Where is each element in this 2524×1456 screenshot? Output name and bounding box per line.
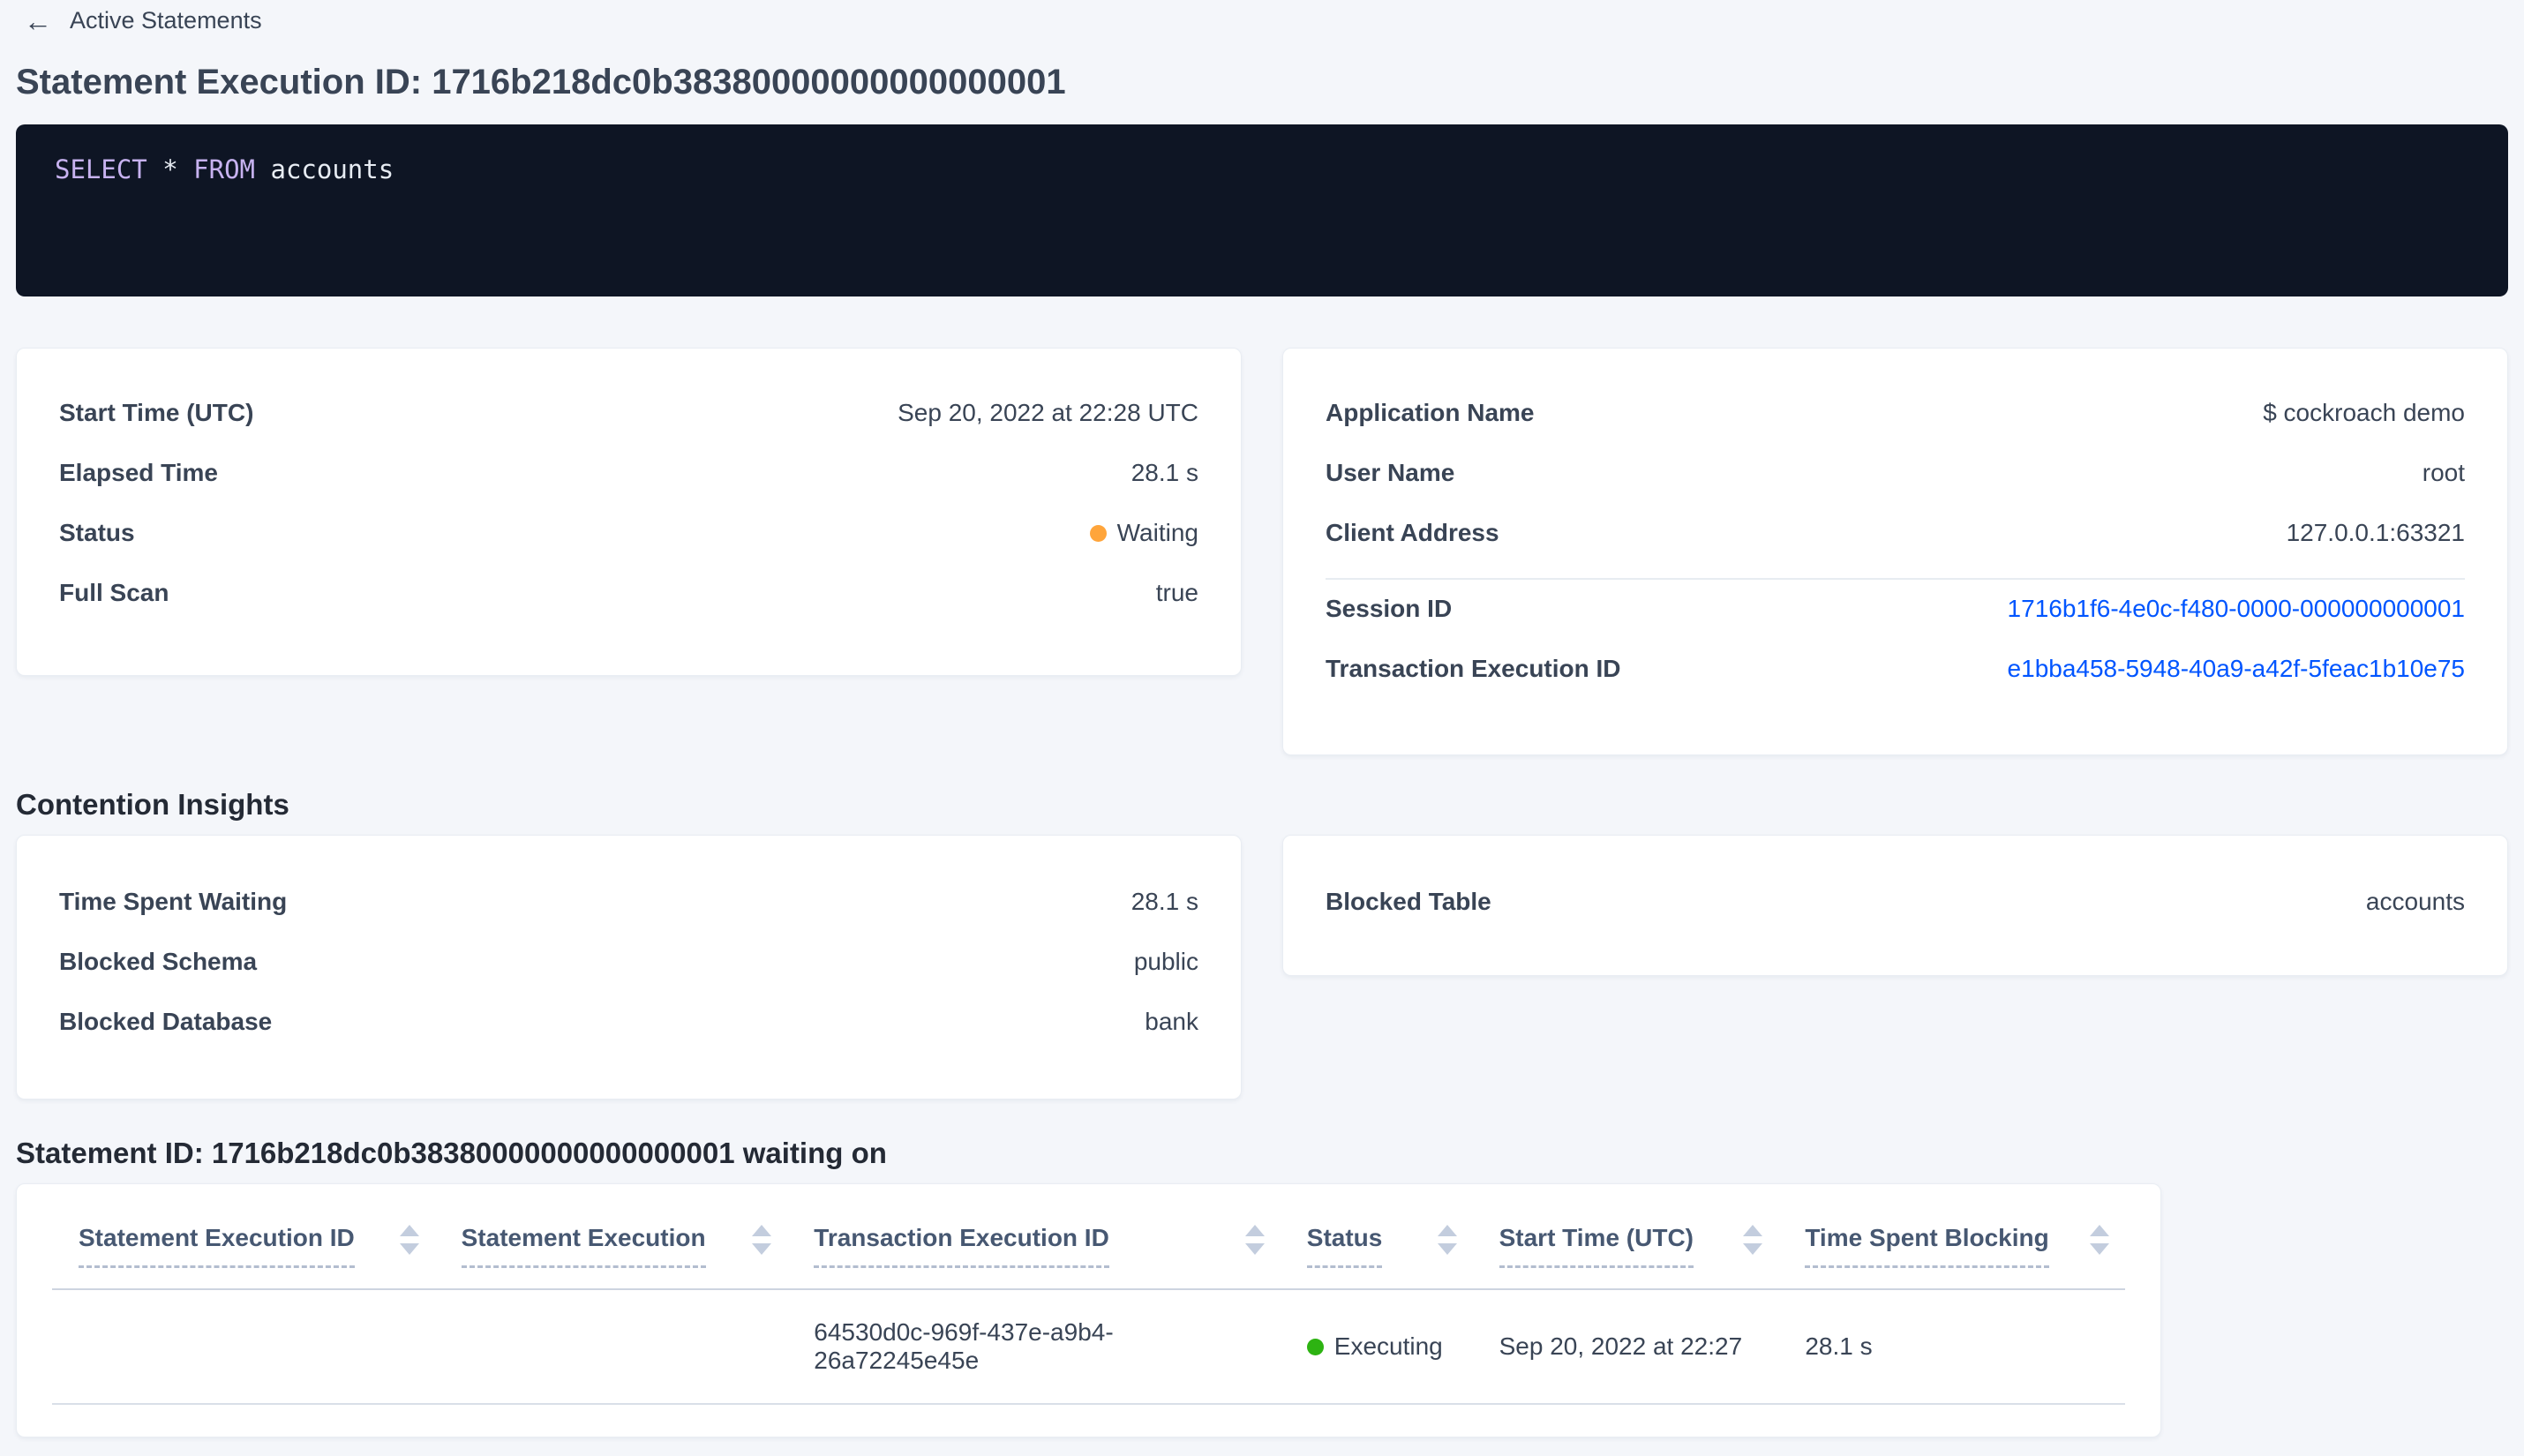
col-header-status[interactable]: Status <box>1306 1223 1499 1268</box>
blocked-table-value: accounts <box>2365 888 2465 915</box>
col-header-label: Statement Execution ID <box>79 1223 355 1268</box>
table-row: 64530d0c-969f-437e-a9b4-26a72245e45e Exe… <box>17 1290 2160 1403</box>
status-value: Waiting <box>1089 519 1198 547</box>
cell-start-time: Sep 20, 2022 at 22:27 <box>1499 1332 1743 1360</box>
execution-summary-card: Start Time (UTC) Sep 20, 2022 at 22:28 U… <box>16 348 1242 676</box>
row-application-name: Application Name $ cockroach demo <box>1326 398 2465 428</box>
sort-arrows-icon[interactable] <box>1743 1223 1763 1255</box>
cell-transaction-execution-id: 64530d0c-969f-437e-a9b4-26a72245e45e <box>814 1318 1114 1374</box>
page-title: Statement Execution ID: 1716b218dc0b3838… <box>16 63 1066 101</box>
session-id-label: Session ID <box>1326 595 1453 622</box>
waiting-on-heading: Statement ID: 1716b218dc0b38380000000000… <box>16 1137 887 1169</box>
contention-metrics-card: Time Spent Waiting 28.1 s Blocked Schema… <box>16 835 1242 1100</box>
waiting-statements-table-card: Statement Execution ID Statement Executi… <box>16 1183 2161 1437</box>
application-name-label: Application Name <box>1326 399 1535 426</box>
sort-arrows-icon[interactable] <box>1244 1223 1265 1255</box>
row-client-address: Client Address 127.0.0.1:63321 <box>1326 518 2465 548</box>
transaction-execution-id-link[interactable]: e1bba458-5948-40a9-a42f-5feac1b10e75 <box>2008 655 2465 683</box>
back-arrow-icon: ← <box>24 4 52 37</box>
overview-cards-row: Start Time (UTC) Sep 20, 2022 at 22:28 U… <box>16 348 2508 755</box>
user-name-label: User Name <box>1326 459 1455 486</box>
transaction-execution-id-label: Transaction Execution ID <box>1326 655 1621 682</box>
sql-star: * <box>162 154 178 184</box>
elapsed-time-value: 28.1 s <box>1131 459 1198 486</box>
blocked-table-card: Blocked Table accounts <box>1282 835 2508 976</box>
full-scan-value: true <box>1155 579 1198 606</box>
statement-execution-details-page: ← Active Statements Statement Execution … <box>0 7 2524 1437</box>
client-address-value: 127.0.0.1:63321 <box>2286 519 2465 546</box>
blocked-schema-value: public <box>1133 948 1198 975</box>
col-header-label: Start Time (UTC) <box>1499 1223 1694 1268</box>
start-time-utc-value: Sep 20, 2022 at 22:28 UTC <box>898 399 1198 426</box>
waiting-table-header-row: Statement Execution ID Statement Executi… <box>17 1184 2160 1268</box>
col-header-start-time-utc[interactable]: Start Time (UTC) <box>1499 1223 1806 1268</box>
blocked-table-label: Blocked Table <box>1326 888 1491 915</box>
blocked-schema-label: Blocked Schema <box>59 948 258 975</box>
session-id-link[interactable]: 1716b1f6-4e0c-f480-0000-000000000001 <box>2008 595 2465 623</box>
col-header-label: Status <box>1306 1223 1383 1268</box>
row-time-spent-waiting: Time Spent Waiting 28.1 s <box>59 887 1198 917</box>
col-header-label: Statement Execution <box>461 1223 706 1268</box>
contention-cards-row: Time Spent Waiting 28.1 s Blocked Schema… <box>16 835 2508 1100</box>
sql-table-name: accounts <box>270 154 394 184</box>
row-elapsed-time: Elapsed Time 28.1 s <box>59 458 1198 488</box>
sql-keyword-from: FROM <box>193 154 256 184</box>
waiting-status-dot-icon <box>1089 524 1107 542</box>
col-header-statement-execution-id[interactable]: Statement Execution ID <box>79 1223 462 1268</box>
sort-arrows-icon[interactable] <box>1437 1223 1457 1255</box>
cell-status: Executing <box>1306 1332 1499 1361</box>
elapsed-time-label: Elapsed Time <box>59 459 219 486</box>
contention-insights-heading: Contention Insights <box>16 788 289 821</box>
row-start-time-utc: Start Time (UTC) Sep 20, 2022 at 22:28 U… <box>59 398 1198 428</box>
row-user-name: User Name root <box>1326 458 2465 488</box>
session-details-card: Application Name $ cockroach demo User N… <box>1282 348 2508 755</box>
sql-statement-box: SELECT * FROM accounts <box>16 124 2508 296</box>
status-label: Status <box>59 519 135 546</box>
sort-arrows-icon[interactable] <box>399 1223 419 1255</box>
sort-arrows-icon[interactable] <box>2089 1223 2109 1255</box>
row-full-scan: Full Scan true <box>59 578 1198 608</box>
back-link[interactable]: ← Active Statements <box>24 4 262 37</box>
status-text: Waiting <box>1116 519 1198 546</box>
col-header-transaction-execution-id[interactable]: Transaction Execution ID <box>814 1223 1307 1268</box>
application-name-value: $ cockroach demo <box>2263 399 2465 426</box>
start-time-utc-label: Start Time (UTC) <box>59 399 254 426</box>
col-header-label: Time Spent Blocking <box>1805 1223 2049 1268</box>
table-row-divider <box>52 1403 2125 1405</box>
cell-time-spent-blocking: 28.1 s <box>1805 1332 1873 1360</box>
time-spent-waiting-label: Time Spent Waiting <box>59 888 288 915</box>
row-transaction-execution-id: Transaction Execution ID e1bba458-5948-4… <box>1326 654 2465 684</box>
col-header-statement-execution[interactable]: Statement Execution <box>461 1223 815 1268</box>
back-link-label: Active Statements <box>70 7 262 34</box>
cell-status-text: Executing <box>1333 1332 1443 1360</box>
row-blocked-schema: Blocked Schema public <box>59 947 1198 977</box>
row-blocked-table: Blocked Table accounts <box>1326 887 2465 917</box>
row-blocked-database: Blocked Database bank <box>59 1007 1198 1037</box>
card-divider <box>1326 578 2465 580</box>
blocked-database-label: Blocked Database <box>59 1008 273 1035</box>
time-spent-waiting-value: 28.1 s <box>1131 888 1198 915</box>
full-scan-label: Full Scan <box>59 579 169 606</box>
sort-arrows-icon[interactable] <box>752 1223 772 1255</box>
user-name-value: root <box>2422 459 2465 486</box>
blocked-database-value: bank <box>1145 1008 1198 1035</box>
executing-status-dot-icon <box>1306 1338 1324 1355</box>
col-header-time-spent-blocking[interactable]: Time Spent Blocking <box>1805 1223 2125 1268</box>
row-status: Status Waiting <box>59 518 1198 548</box>
sql-keyword-select: SELECT <box>55 154 147 184</box>
row-session-id: Session ID 1716b1f6-4e0c-f480-0000-00000… <box>1326 594 2465 624</box>
client-address-label: Client Address <box>1326 519 1499 546</box>
col-header-label: Transaction Execution ID <box>814 1223 1109 1268</box>
